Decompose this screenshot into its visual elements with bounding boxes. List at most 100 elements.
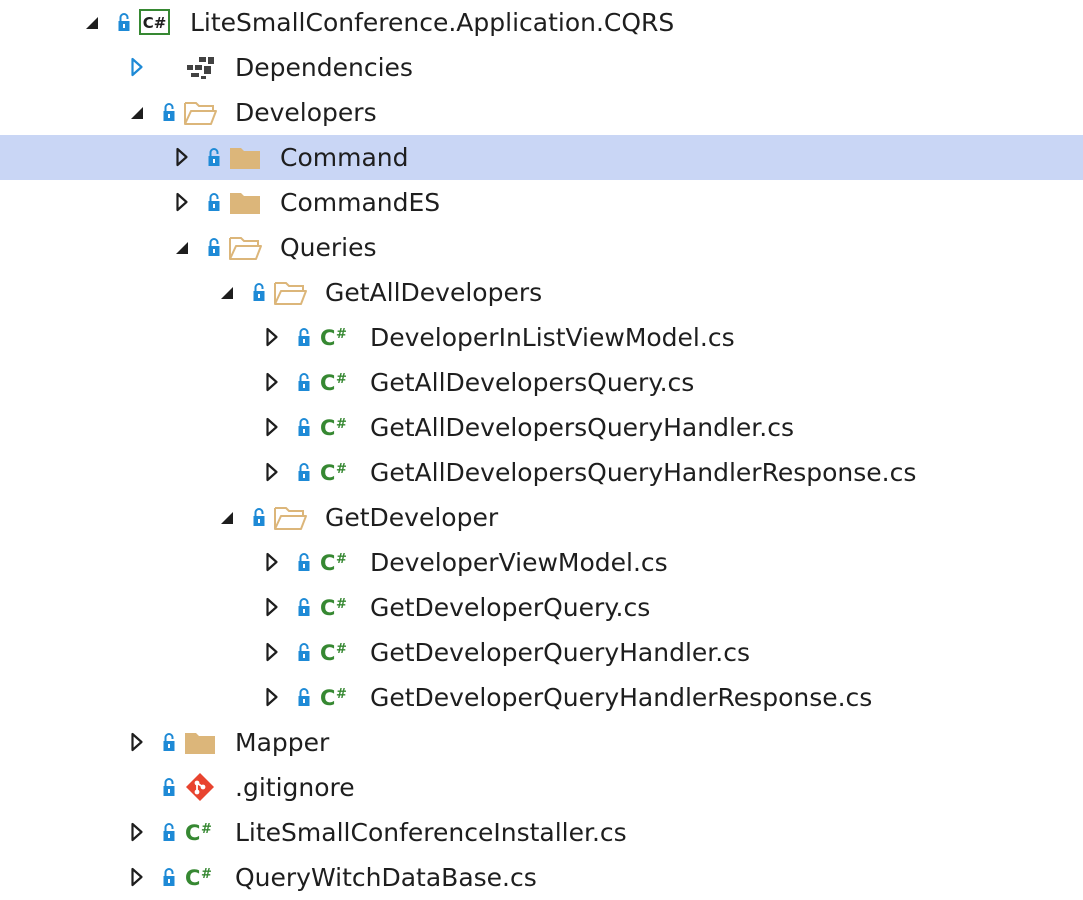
lock-icon xyxy=(297,640,311,664)
tree-item-label: GetDeveloperQueryHandlerResponse.cs xyxy=(370,683,873,712)
expand-arrow-icon[interactable] xyxy=(265,371,279,393)
lock-icon xyxy=(162,865,176,889)
svg-text:C: C xyxy=(320,641,335,665)
collapse-arrow-icon[interactable] xyxy=(130,101,144,123)
expand-arrow-icon[interactable] xyxy=(175,146,189,168)
tree-item-developerviewmodel-cs[interactable]: C # DeveloperViewModel.cs xyxy=(0,540,1083,585)
collapse-arrow-icon[interactable] xyxy=(220,506,234,528)
tree-item-getalldevelopersqueryhandler-cs[interactable]: C # GetAllDevelopersQueryHandler.cs xyxy=(0,405,1083,450)
tree-item-developerinlistviewmodel-cs[interactable]: C # DeveloperInListViewModel.cs xyxy=(0,315,1083,360)
folder-open-icon xyxy=(183,96,217,128)
tree-item-label: CommandES xyxy=(280,188,441,217)
svg-text:#: # xyxy=(201,867,212,882)
tree-item-label: QueryWitchDataBase.cs xyxy=(235,863,537,892)
csharp-file-icon: C # xyxy=(318,636,352,668)
svg-text:C#: C# xyxy=(143,14,167,32)
tree-item-litesmallconference-application-cqrs[interactable]: C# LiteSmallConference.Application.CQRS xyxy=(0,0,1083,45)
lock-icon xyxy=(252,505,266,529)
tree-item-label: LiteSmallConferenceInstaller.cs xyxy=(235,818,627,847)
tree-item-getalldevelopersquery-cs[interactable]: C # GetAllDevelopersQuery.cs xyxy=(0,360,1083,405)
tree-item-label: GetDeveloperQueryHandler.cs xyxy=(370,638,750,667)
tree-item-gitignore[interactable]: .gitignore xyxy=(0,765,1083,810)
svg-text:C: C xyxy=(320,326,335,350)
lock-icon xyxy=(207,235,221,259)
svg-text:#: # xyxy=(336,417,347,432)
solution-explorer-tree: C# LiteSmallConference.Application.CQRS De… xyxy=(0,0,1083,900)
lock-icon xyxy=(252,280,266,304)
tree-item-label: GetAllDevelopers xyxy=(325,278,543,307)
lock-icon xyxy=(297,325,311,349)
csharp-file-icon: C # xyxy=(318,411,352,443)
collapse-arrow-icon[interactable] xyxy=(175,236,189,258)
tree-item-litesmallconferenceinstaller-cs[interactable]: C # LiteSmallConferenceInstaller.cs xyxy=(0,810,1083,855)
folder-open-icon xyxy=(273,501,307,533)
expand-arrow-icon[interactable] xyxy=(265,641,279,663)
svg-text:#: # xyxy=(336,642,347,657)
tree-item-getdeveloper[interactable]: GetDeveloper xyxy=(0,495,1083,540)
tree-item-command[interactable]: Command xyxy=(0,135,1083,180)
tree-item-dependencies[interactable]: Dependencies xyxy=(0,45,1083,90)
expand-arrow-icon[interactable] xyxy=(130,866,144,888)
tree-item-label: DeveloperInListViewModel.cs xyxy=(370,323,735,352)
folder-icon xyxy=(183,726,217,758)
lock-icon xyxy=(297,685,311,709)
tree-item-label: Command xyxy=(280,143,409,172)
svg-text:#: # xyxy=(201,822,212,837)
tree-item-mapper[interactable]: Mapper xyxy=(0,720,1083,765)
tree-item-label: DeveloperViewModel.cs xyxy=(370,548,668,577)
svg-text:C: C xyxy=(185,821,200,845)
tree-item-getdeveloperquery-cs[interactable]: C # GetDeveloperQuery.cs xyxy=(0,585,1083,630)
collapse-arrow-icon[interactable] xyxy=(85,11,99,33)
svg-text:C: C xyxy=(320,416,335,440)
csharp-file-icon: C # xyxy=(183,861,217,893)
svg-text:C: C xyxy=(320,371,335,395)
tree-item-label: Dependencies xyxy=(235,53,413,82)
tree-item-commandes[interactable]: CommandES xyxy=(0,180,1083,225)
lock-icon xyxy=(162,100,176,124)
collapse-arrow-icon[interactable] xyxy=(220,281,234,303)
expand-arrow-icon[interactable] xyxy=(265,416,279,438)
csharp-file-icon: C # xyxy=(318,591,352,623)
tree-item-getalldevelopersqueryhandlerresponse-cs[interactable]: C # GetAllDevelopersQueryHandlerResponse.c… xyxy=(0,450,1083,495)
tree-item-getalldevelopers[interactable]: GetAllDevelopers xyxy=(0,270,1083,315)
lock-icon xyxy=(297,370,311,394)
expand-arrow-icon[interactable] xyxy=(265,326,279,348)
svg-text:#: # xyxy=(336,597,347,612)
expand-arrow-icon[interactable] xyxy=(265,596,279,618)
lock-icon xyxy=(117,10,131,34)
lock-icon xyxy=(162,730,176,754)
csharp-file-icon: C # xyxy=(183,816,217,848)
tree-item-label: GetAllDevelopersQueryHandler.cs xyxy=(370,413,794,442)
lock-icon xyxy=(297,415,311,439)
lock-icon xyxy=(207,190,221,214)
tree-item-label: LiteSmallConference.Application.CQRS xyxy=(190,8,675,37)
svg-text:#: # xyxy=(336,372,347,387)
tree-item-querywitchdatabase-cs[interactable]: C # QueryWitchDataBase.cs xyxy=(0,855,1083,900)
lock-icon xyxy=(162,820,176,844)
expand-arrow-icon[interactable] xyxy=(130,731,144,753)
tree-item-getdeveloperqueryhandler-cs[interactable]: C # GetDeveloperQueryHandler.cs xyxy=(0,630,1083,675)
expand-arrow-icon[interactable] xyxy=(130,56,144,78)
tree-item-queries[interactable]: Queries xyxy=(0,225,1083,270)
folder-icon xyxy=(228,186,262,218)
expand-arrow-icon[interactable] xyxy=(130,821,144,843)
tree-item-label: GetDeveloperQuery.cs xyxy=(370,593,651,622)
lock-icon xyxy=(297,595,311,619)
folder-open-icon xyxy=(273,276,307,308)
git-icon xyxy=(183,771,217,803)
lock-icon xyxy=(297,550,311,574)
csharp-file-icon: C # xyxy=(318,546,352,578)
tree-item-developers[interactable]: Developers xyxy=(0,90,1083,135)
lock-icon xyxy=(207,145,221,169)
svg-text:#: # xyxy=(336,552,347,567)
tree-item-getdeveloperqueryhandlerresponse-cs[interactable]: C # GetDeveloperQueryHandlerResponse.cs xyxy=(0,675,1083,720)
svg-text:C: C xyxy=(320,551,335,575)
tree-item-label: GetDeveloper xyxy=(325,503,499,532)
expand-arrow-icon[interactable] xyxy=(175,191,189,213)
lock-icon xyxy=(162,775,176,799)
expand-arrow-icon[interactable] xyxy=(265,686,279,708)
tree-item-label: .gitignore xyxy=(235,773,355,802)
expand-arrow-icon[interactable] xyxy=(265,551,279,573)
csharp-file-icon: C # xyxy=(318,456,352,488)
expand-arrow-icon[interactable] xyxy=(265,461,279,483)
